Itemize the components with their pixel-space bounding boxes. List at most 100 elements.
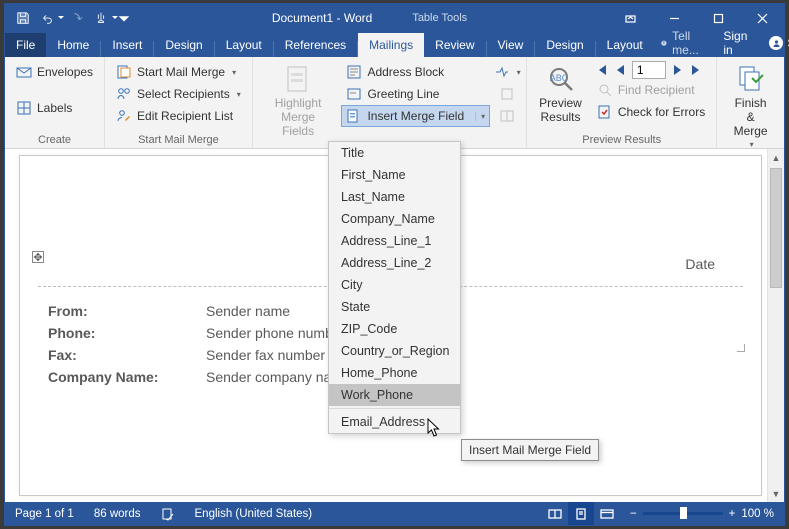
svg-text:ABC: ABC xyxy=(549,73,568,83)
minimize-icon[interactable] xyxy=(652,4,696,32)
last-record-icon[interactable] xyxy=(688,61,706,79)
edit-recipient-icon xyxy=(116,108,132,124)
zoom-control: − + 100 % xyxy=(620,508,784,520)
insert-merge-field-button[interactable]: Insert Merge Field▾ xyxy=(341,105,490,127)
group-preview-results: ABC Preview Results Find Recipient Check… xyxy=(527,57,717,148)
scroll-up-icon[interactable]: ▲ xyxy=(768,149,784,166)
merge-field-item[interactable]: Address_Line_2 xyxy=(329,252,460,274)
start-mail-merge-icon xyxy=(116,64,132,80)
redo-icon[interactable] xyxy=(65,4,89,32)
tab-home[interactable]: Home xyxy=(46,33,100,57)
preview-results-icon: ABC xyxy=(545,63,577,95)
field-value[interactable]: Sender fax number xyxy=(206,347,325,363)
merge-field-item[interactable]: State xyxy=(329,296,460,318)
insert-merge-field-icon xyxy=(346,108,362,124)
maximize-icon[interactable] xyxy=(696,4,740,32)
highlight-label: Highlight Merge Fields xyxy=(265,97,332,138)
status-page[interactable]: Page 1 of 1 xyxy=(5,508,84,520)
address-block-icon xyxy=(346,64,362,80)
zoom-slider[interactable] xyxy=(643,512,723,515)
check-errors-button[interactable]: Check for Errors xyxy=(592,101,710,123)
tab-file[interactable]: File xyxy=(5,33,46,57)
edit-recipient-list-button[interactable]: Edit Recipient List xyxy=(111,105,246,127)
close-icon[interactable] xyxy=(740,4,784,32)
greeting-line-button[interactable]: Greeting Line xyxy=(341,83,490,105)
sign-in-link[interactable]: Sign in xyxy=(715,29,755,57)
merge-field-item[interactable]: Work_Phone xyxy=(329,384,460,406)
zoom-thumb[interactable] xyxy=(680,507,687,519)
tab-design[interactable]: Design xyxy=(154,33,213,57)
group-finish: Finish & Merge ▾ Finish xyxy=(717,57,784,148)
labels-icon xyxy=(16,100,32,116)
merge-field-item[interactable]: Address_Line_1 xyxy=(329,230,460,252)
chevron-down-icon: ▾ xyxy=(232,68,236,77)
find-recipient-button: Find Recipient xyxy=(592,79,710,101)
next-record-icon[interactable] xyxy=(668,61,686,79)
start-mail-merge-button[interactable]: Start Mail Merge▾ xyxy=(111,61,246,83)
address-block-button[interactable]: Address Block xyxy=(341,61,490,83)
merge-field-item[interactable]: ZIP_Code xyxy=(329,318,460,340)
zoom-percent[interactable]: 100 % xyxy=(741,508,774,520)
merge-field-item[interactable]: Country_or_Region xyxy=(329,340,460,362)
tab-table-layout[interactable]: Layout xyxy=(596,33,654,57)
view-read-mode-icon[interactable] xyxy=(542,502,568,525)
tab-review[interactable]: Review xyxy=(424,33,485,57)
zoom-out-icon[interactable]: − xyxy=(630,508,637,520)
scroll-down-icon[interactable]: ▼ xyxy=(768,485,784,502)
tab-mailings[interactable]: Mailings xyxy=(358,33,424,57)
first-record-icon[interactable] xyxy=(592,61,610,79)
prev-record-icon[interactable] xyxy=(612,61,630,79)
rules-button[interactable]: ▾ xyxy=(494,61,520,83)
tab-view[interactable]: View xyxy=(487,33,535,57)
context-tools-label: Table Tools xyxy=(412,12,467,24)
undo-icon[interactable] xyxy=(35,4,59,32)
tab-table-design[interactable]: Design xyxy=(535,33,594,57)
select-recipients-button[interactable]: Select Recipients▾ xyxy=(111,83,246,105)
highlight-merge-fields-button: Highlight Merge Fields xyxy=(259,61,338,140)
status-proofing-icon[interactable] xyxy=(151,507,185,521)
find-recipient-icon xyxy=(597,82,613,98)
merge-field-item[interactable]: Home_Phone xyxy=(329,362,460,384)
finish-merge-icon xyxy=(735,63,767,95)
preview-results-button[interactable]: ABC Preview Results xyxy=(533,61,588,132)
chevron-down-icon[interactable]: ▾ xyxy=(475,112,485,121)
insert-merge-field-menu: TitleFirst_NameLast_NameCompany_NameAddr… xyxy=(328,141,461,434)
scroll-track[interactable] xyxy=(768,166,784,485)
tab-references[interactable]: References xyxy=(274,33,357,57)
merge-field-item[interactable]: Company_Name xyxy=(329,208,460,230)
record-number-input[interactable] xyxy=(632,61,666,79)
finish-merge-button[interactable]: Finish & Merge ▾ xyxy=(723,61,778,151)
save-icon[interactable] xyxy=(11,4,35,32)
vertical-scrollbar[interactable]: ▲ ▼ xyxy=(767,149,784,502)
merge-field-item[interactable]: City xyxy=(329,274,460,296)
field-label: From: xyxy=(48,303,206,319)
zoom-in-icon[interactable]: + xyxy=(729,508,736,520)
field-value[interactable]: Sender name xyxy=(206,303,290,319)
tab-strip: File Home Insert Design Layout Reference… xyxy=(5,32,784,57)
merge-field-item[interactable]: Title xyxy=(329,142,460,164)
undo-dropdown-icon[interactable] xyxy=(57,4,65,32)
merge-field-item[interactable]: First_Name xyxy=(329,164,460,186)
chevron-down-icon: ▾ xyxy=(237,90,241,99)
ribbon-options-icon[interactable] xyxy=(608,4,652,32)
envelopes-button[interactable]: Envelopes xyxy=(11,61,98,83)
labels-button[interactable]: Labels xyxy=(11,97,98,119)
title-center: Document1 - Word Table Tools xyxy=(131,11,608,25)
share-button[interactable]: Share xyxy=(761,34,789,52)
field-value[interactable]: Sender phone number xyxy=(206,325,345,341)
tab-layout[interactable]: Layout xyxy=(215,33,273,57)
status-language[interactable]: English (United States) xyxy=(185,508,323,520)
scroll-thumb[interactable] xyxy=(770,168,782,288)
qat-customize-icon[interactable] xyxy=(117,4,131,32)
record-navigator xyxy=(592,61,710,79)
table-anchor-icon[interactable]: ✥ xyxy=(32,251,44,263)
status-words[interactable]: 86 words xyxy=(84,508,151,520)
merge-field-item[interactable]: Last_Name xyxy=(329,186,460,208)
tell-me-search[interactable]: Tell me... xyxy=(654,29,710,57)
field-label: Phone: xyxy=(48,325,206,341)
touch-mode-icon[interactable] xyxy=(89,4,113,32)
tooltip: Insert Mail Merge Field xyxy=(461,439,599,461)
tab-insert[interactable]: Insert xyxy=(101,33,153,57)
view-print-layout-icon[interactable] xyxy=(568,502,594,525)
view-web-layout-icon[interactable] xyxy=(594,502,620,525)
